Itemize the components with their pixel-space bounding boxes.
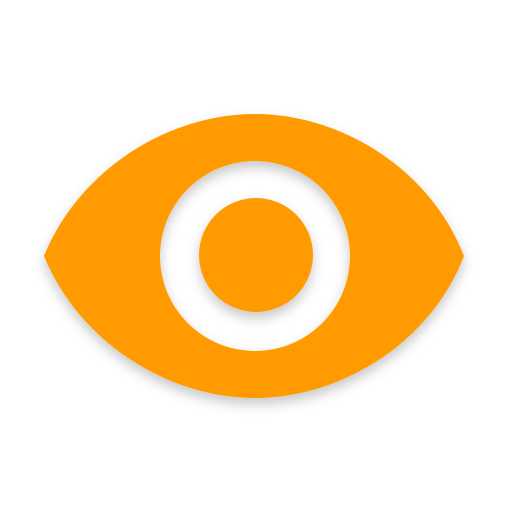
eye-icon	[44, 114, 464, 398]
app-icon-canvas	[0, 0, 512, 512]
eye-pupil-circle	[199, 198, 313, 312]
